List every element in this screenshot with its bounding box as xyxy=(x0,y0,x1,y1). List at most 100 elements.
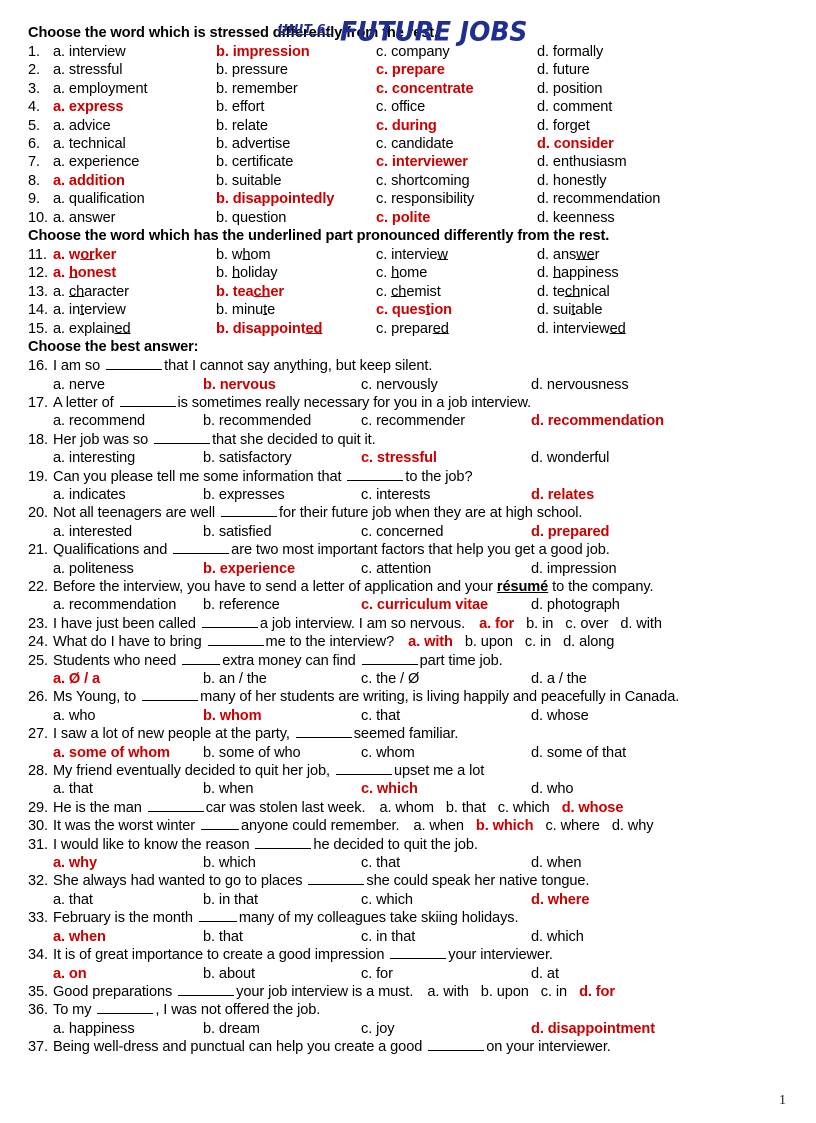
option-c[interactable]: c. which xyxy=(498,799,550,817)
answer-blank[interactable] xyxy=(106,359,163,371)
option-c[interactable]: c. the / Ø xyxy=(361,670,531,688)
option-c[interactable]: c. in xyxy=(541,983,567,1001)
option-a[interactable]: a. that xyxy=(53,780,203,798)
option-c[interactable]: c. prepare xyxy=(376,61,537,79)
option-a[interactable]: a. whom xyxy=(379,799,434,817)
option-b[interactable]: b. which xyxy=(203,854,361,872)
option-d[interactable]: d. prepared xyxy=(531,523,741,541)
option-a[interactable]: a. character xyxy=(53,283,216,301)
option-b[interactable]: b. that xyxy=(203,928,361,946)
answer-blank[interactable] xyxy=(308,874,365,886)
option-d[interactable]: d. which xyxy=(531,928,741,946)
option-d[interactable]: d. enthusiasm xyxy=(537,153,737,171)
option-a[interactable]: a. indicates xyxy=(53,486,203,504)
option-a[interactable]: a. on xyxy=(53,965,203,983)
option-a[interactable]: a. stressful xyxy=(53,61,216,79)
option-d[interactable]: d. keenness xyxy=(537,209,737,227)
option-a[interactable]: a. technical xyxy=(53,135,216,153)
option-c[interactable]: c. in that xyxy=(361,928,531,946)
option-d[interactable]: d. future xyxy=(537,61,737,79)
option-a[interactable]: a. qualification xyxy=(53,190,216,208)
option-b[interactable]: b. recommended xyxy=(203,412,361,430)
answer-blank[interactable] xyxy=(361,654,418,665)
option-b[interactable]: b. question xyxy=(216,209,376,227)
option-d[interactable]: d. who xyxy=(531,780,741,798)
option-c[interactable]: c. over xyxy=(565,615,608,633)
option-a[interactable]: a. some of whom xyxy=(53,744,203,762)
option-c[interactable]: c. chemist xyxy=(376,283,537,301)
option-b[interactable]: b. nervous xyxy=(203,376,361,394)
option-b[interactable]: b. disappointed xyxy=(216,320,376,338)
option-c[interactable]: c. which xyxy=(361,891,531,909)
answer-blank[interactable] xyxy=(142,690,199,702)
option-a[interactable]: a. politeness xyxy=(53,560,203,578)
option-d[interactable]: d. interviewed xyxy=(537,320,737,338)
answer-blank[interactable] xyxy=(347,470,404,481)
option-d[interactable]: d. whose xyxy=(531,707,741,725)
option-b[interactable]: b. whom xyxy=(203,707,361,725)
option-b[interactable]: b. upon xyxy=(481,983,529,1001)
option-c[interactable]: c. home xyxy=(376,264,537,282)
option-b[interactable]: b. upon xyxy=(465,633,513,651)
option-c[interactable]: c. company xyxy=(376,43,537,61)
option-d[interactable]: d. suitable xyxy=(537,301,737,319)
option-b[interactable]: b. satisfactory xyxy=(203,449,361,467)
option-a[interactable]: a. interested xyxy=(53,523,203,541)
option-d[interactable]: d. with xyxy=(620,615,662,633)
option-a[interactable]: a. addition xyxy=(53,172,216,190)
option-d[interactable]: d. some of that xyxy=(531,744,741,762)
option-a[interactable]: a. happiness xyxy=(53,1020,203,1038)
option-b[interactable]: b. experience xyxy=(203,560,361,578)
option-a[interactable]: a. for xyxy=(479,615,514,633)
option-d[interactable]: d. forget xyxy=(537,117,737,135)
option-b[interactable]: b. expresses xyxy=(203,486,361,504)
option-b[interactable]: b. about xyxy=(203,965,361,983)
option-a[interactable]: a. recommendation xyxy=(53,596,203,614)
option-b[interactable]: b. teacher xyxy=(216,283,376,301)
option-c[interactable]: c. question xyxy=(376,301,537,319)
option-c[interactable]: c. recommender xyxy=(361,412,531,430)
answer-blank[interactable] xyxy=(97,1003,154,1015)
option-a[interactable]: a. that xyxy=(53,891,203,909)
answer-blank[interactable] xyxy=(119,396,176,407)
option-a[interactable]: a. interview xyxy=(53,43,216,61)
option-c[interactable]: c. in xyxy=(525,633,551,651)
option-d[interactable]: d. answer xyxy=(537,246,737,264)
option-d[interactable]: d. where xyxy=(531,891,741,909)
option-c[interactable]: c. nervously xyxy=(361,376,531,394)
answer-blank[interactable] xyxy=(207,635,264,647)
option-b[interactable]: b. effort xyxy=(216,98,376,116)
option-b[interactable]: b. an / the xyxy=(203,670,361,688)
option-a[interactable]: a. interview xyxy=(53,301,216,319)
answer-blank[interactable] xyxy=(221,506,278,518)
option-b[interactable]: b. some of who xyxy=(203,744,361,762)
option-b[interactable]: b. whom xyxy=(216,246,376,264)
option-a[interactable]: a. worker xyxy=(53,246,216,264)
option-a[interactable]: a. nerve xyxy=(53,376,203,394)
option-c[interactable]: c. concerned xyxy=(361,523,531,541)
option-d[interactable]: d. whose xyxy=(562,799,624,817)
option-d[interactable]: d. when xyxy=(531,854,741,872)
option-b[interactable]: b. reference xyxy=(203,596,361,614)
answer-blank[interactable] xyxy=(154,433,211,444)
option-a[interactable]: a. who xyxy=(53,707,203,725)
option-d[interactable]: d. at xyxy=(531,965,741,983)
option-d[interactable]: d. nervousness xyxy=(531,376,741,394)
option-a[interactable]: a. employment xyxy=(53,80,216,98)
option-b[interactable]: b. relate xyxy=(216,117,376,135)
option-a[interactable]: a. interesting xyxy=(53,449,203,467)
answer-blank[interactable] xyxy=(255,838,312,849)
option-b[interactable]: b. impression xyxy=(216,43,376,61)
option-a[interactable]: a. advice xyxy=(53,117,216,135)
option-d[interactable]: d. position xyxy=(537,80,737,98)
option-c[interactable]: c. polite xyxy=(376,209,537,227)
option-d[interactable]: d. wonderful xyxy=(531,449,741,467)
option-c[interactable]: c. responsibility xyxy=(376,190,537,208)
option-b[interactable]: b. when xyxy=(203,780,361,798)
option-c[interactable]: c. curriculum vitae xyxy=(361,596,531,614)
option-d[interactable]: d. happiness xyxy=(537,264,737,282)
option-d[interactable]: d. recommendation xyxy=(537,190,737,208)
option-d[interactable]: d. photograph xyxy=(531,596,741,614)
option-a[interactable]: a. experience xyxy=(53,153,216,171)
option-b[interactable]: b. holiday xyxy=(216,264,376,282)
